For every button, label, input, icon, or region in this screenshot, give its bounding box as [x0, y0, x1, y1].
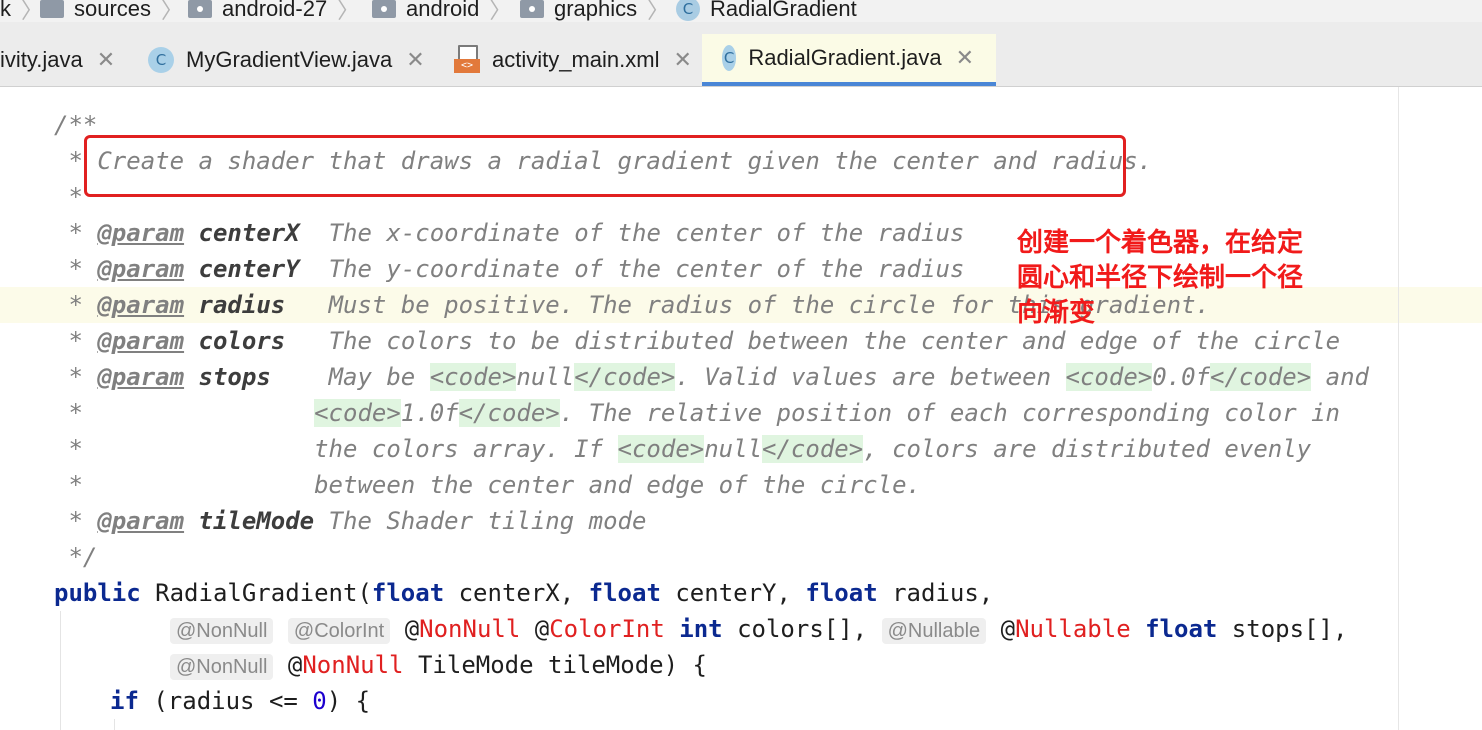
- class-icon: C: [148, 47, 174, 73]
- inlay-hint: @Nullable: [881, 618, 987, 644]
- code-editor[interactable]: /** * Create a shader that draws a radia…: [0, 87, 1482, 730]
- indent-guide: [114, 719, 115, 730]
- close-icon[interactable]: ✕: [97, 48, 115, 73]
- package-icon: [520, 0, 544, 18]
- chinese-annotation-note: 创建一个着色器，在给定圆心和半径下绘制一个径向渐变: [1017, 228, 1304, 328]
- tab-label: ivity.java: [0, 47, 83, 72]
- tab-activity-main-xml[interactable]: <> activity_main.xml ✕: [454, 34, 692, 86]
- breadcrumb-label: android: [406, 0, 480, 21]
- code-line: public RadialGradient(float centerX, flo…: [54, 579, 994, 607]
- code-line: *: [54, 183, 83, 211]
- breadcrumb-label: graphics: [554, 0, 638, 21]
- close-icon[interactable]: ✕: [406, 48, 424, 73]
- breadcrumb-separator-icon: 〉: [647, 0, 670, 22]
- package-icon: [188, 0, 212, 18]
- indent-guide: [60, 611, 61, 730]
- breadcrumb-item-radialgradient[interactable]: C RadialGradient: [676, 0, 857, 22]
- class-icon: C: [676, 0, 700, 21]
- right-margin-guide: [1398, 87, 1399, 730]
- tab-label: activity_main.xml: [492, 47, 660, 72]
- tab-radialgradient-java[interactable]: C RadialGradient.java ✕: [702, 34, 996, 86]
- folder-icon: [40, 0, 64, 18]
- code-line: @NonNull @NonNull TileMode tileMode) {: [170, 647, 707, 683]
- breadcrumb-item-android[interactable]: android 〉: [372, 0, 517, 22]
- breadcrumb-item-sources[interactable]: sources 〉: [40, 0, 189, 22]
- breadcrumb-separator-icon: 〉: [489, 0, 512, 22]
- breadcrumb-label: android-27: [222, 0, 328, 21]
- breadcrumb-label: k: [0, 0, 11, 21]
- breadcrumb-label: RadialGradient: [710, 0, 857, 21]
- code-line: if (radius <= 0) {: [110, 687, 371, 715]
- breadcrumb-separator-icon: 〉: [161, 0, 184, 22]
- editor-tab-bar: ivity.java ✕ C MyGradientView.java ✕ <> …: [0, 22, 1482, 87]
- code-line: * @param stops May be <code>null</code>.…: [54, 363, 1369, 391]
- breadcrumb: k 〉 sources 〉 android-27 〉 android 〉 gra…: [0, 0, 1482, 22]
- tab-label: RadialGradient.java: [748, 45, 942, 70]
- inlay-hint: @NonNull: [170, 654, 274, 680]
- breadcrumb-item-android-27[interactable]: android-27 〉: [188, 0, 365, 22]
- class-icon: C: [722, 45, 737, 71]
- code-line: * @param centerX The x-coordinate of the…: [54, 219, 965, 247]
- inlay-hint: @NonNull: [170, 618, 274, 644]
- package-icon: [372, 0, 396, 18]
- code-line: * @param centerY The y-coordinate of the…: [54, 255, 965, 283]
- close-icon[interactable]: ✕: [673, 48, 691, 73]
- tab-label: MyGradientView.java: [186, 47, 393, 72]
- breadcrumb-item-graphics[interactable]: graphics 〉: [520, 0, 675, 22]
- tab-activity-java[interactable]: ivity.java ✕: [0, 34, 115, 86]
- xml-file-icon: <>: [454, 45, 480, 75]
- inlay-hint: @ColorInt: [287, 618, 391, 644]
- tab-mygradientview-java[interactable]: C MyGradientView.java ✕: [148, 34, 425, 86]
- code-line: * between the center and edge of the cir…: [54, 471, 921, 499]
- code-line: * the colors array. If <code>null</code>…: [54, 435, 1312, 463]
- close-icon[interactable]: ✕: [956, 46, 974, 71]
- code-line: * <code>1.0f</code>. The relative positi…: [54, 399, 1341, 427]
- breadcrumb-label: sources: [74, 0, 152, 21]
- breadcrumb-separator-icon: 〉: [337, 0, 360, 22]
- code-line: * @param tileMode The Shader tiling mode: [54, 507, 647, 535]
- red-highlight-box: [84, 135, 1126, 197]
- code-line: */: [54, 543, 98, 571]
- code-line: @NonNull @ColorInt @NonNull @ColorInt in…: [170, 611, 1347, 647]
